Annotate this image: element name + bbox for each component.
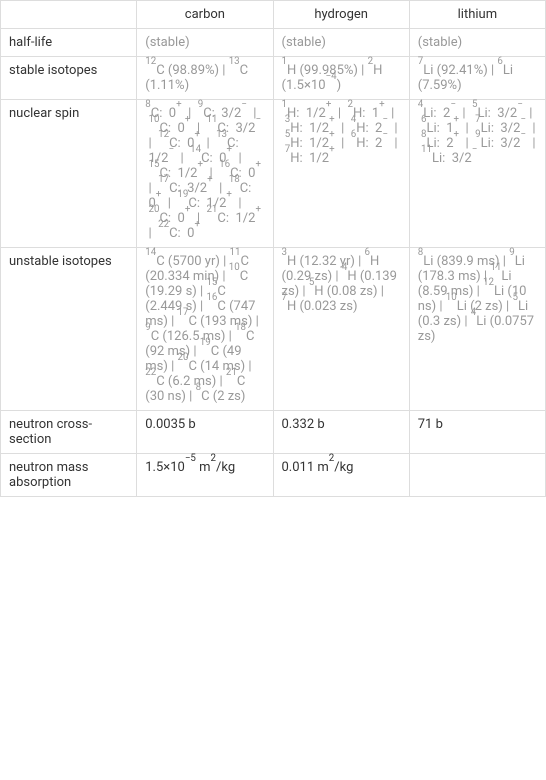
cell-unstable-lithium: 8Li (839.9 ms) | 9Li (178.3 ms) | 11Li (… (409, 248, 545, 411)
header-carbon: carbon (137, 1, 273, 29)
properties-table: carbon hydrogen lithium half-life (stabl… (0, 0, 546, 497)
cell-nma-hydrogen: 0.011 m2/kg (273, 454, 409, 497)
header-lithium: lithium (409, 1, 545, 29)
cell-spin-carbon: 8C: 0+ | 9C: 3/2− | 10C: 0+ | 11C: 3/2− … (137, 100, 273, 248)
header-hydrogen: hydrogen (273, 1, 409, 29)
value-text: 0.011 m2/kg (282, 460, 354, 475)
row-nuclear-spin: nuclear spin 8C: 0+ | 9C: 3/2− | 10C: 0+… (1, 100, 546, 248)
cell-unstable-carbon: 14C (5700 yr) | 11C (20.334 min) | 10C (… (137, 248, 273, 411)
row-neutron-mass-absorption: neutron mass absorption 1.5×10−5 m2/kg 0… (1, 454, 546, 497)
value-text: 1.5×10−5 m2/kg (145, 460, 235, 475)
row-label: half-life (1, 29, 137, 57)
cell-stable-carbon: 12C (98.89%) | 13C (1.11%) (137, 57, 273, 100)
cell-stable-hydrogen: 1H (99.985%) | 2H (1.5×10−4) (273, 57, 409, 100)
header-blank (1, 1, 137, 29)
cell-half-life-lithium: (stable) (409, 29, 545, 57)
value-text: 0.0035 b (145, 417, 195, 432)
value-text: 0.332 b (282, 417, 325, 432)
row-half-life: half-life (stable) (stable) (stable) (1, 29, 546, 57)
row-label: neutron mass absorption (1, 454, 137, 497)
cell-stable-lithium: 7Li (92.41%) | 6Li (7.59%) (409, 57, 545, 100)
cell-spin-lithium: 4Li: 2− | 5Li: 3/2− | 6Li: 1+ | 7Li: 3/2… (409, 100, 545, 248)
row-neutron-cross-section: neutron cross-section 0.0035 b 0.332 b 7… (1, 411, 546, 454)
row-label: stable isotopes (1, 57, 137, 100)
cell-ncs-hydrogen: 0.332 b (273, 411, 409, 454)
cell-unstable-hydrogen: 3H (12.32 yr) | 6H (0.29 zs) | 4H (0.139… (273, 248, 409, 411)
row-label: unstable isotopes (1, 248, 137, 411)
value-text: 71 b (418, 417, 443, 432)
row-label: neutron cross-section (1, 411, 137, 454)
cell-half-life-hydrogen: (stable) (273, 29, 409, 57)
row-stable-isotopes: stable isotopes 12C (98.89%) | 13C (1.11… (1, 57, 546, 100)
row-unstable-isotopes: unstable isotopes 14C (5700 yr) | 11C (2… (1, 248, 546, 411)
cell-nma-lithium (409, 454, 545, 497)
cell-half-life-carbon: (stable) (137, 29, 273, 57)
cell-spin-hydrogen: 1H: 1/2+ | 2H: 1+ | 3H: 1/2+ | 4H: 2− | … (273, 100, 409, 248)
cell-nma-carbon: 1.5×10−5 m2/kg (137, 454, 273, 497)
row-label: nuclear spin (1, 100, 137, 248)
header-row: carbon hydrogen lithium (1, 1, 546, 29)
cell-ncs-carbon: 0.0035 b (137, 411, 273, 454)
cell-ncs-lithium: 71 b (409, 411, 545, 454)
